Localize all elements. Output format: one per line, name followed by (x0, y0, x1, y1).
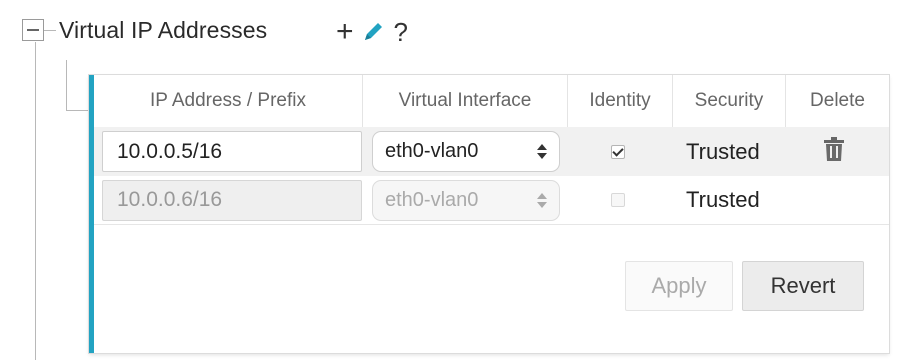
updown-arrows-icon (537, 144, 547, 159)
section-title: Virtual IP Addresses (59, 17, 268, 43)
security-value: Trusted (686, 138, 760, 164)
tree-connector (66, 110, 90, 111)
header-security: Security (672, 75, 785, 127)
virtual-interface-select: eth0-vlan0 (372, 179, 560, 221)
header-delete: Delete (785, 75, 889, 127)
header-identity: Identity (567, 75, 672, 127)
tree-line (35, 42, 36, 360)
updown-arrows-icon (537, 192, 547, 208)
table-row: eth0-vlan0 Trusted (94, 176, 889, 225)
help-icon[interactable]: ? (394, 17, 408, 48)
pencil-icon[interactable] (360, 19, 386, 45)
table-row: eth0-vlan0 Trusted (94, 127, 889, 176)
virtual-ip-panel: IP Address / Prefix Virtual Interface Id… (89, 75, 889, 353)
trash-icon[interactable] (823, 136, 845, 167)
title-actions: + ? (336, 12, 408, 52)
plus-icon[interactable]: + (336, 17, 354, 47)
identity-checkbox (611, 193, 625, 207)
header-virtual-interface: Virtual Interface (362, 75, 567, 127)
virtual-interface-value: eth0-vlan0 (385, 140, 479, 162)
revert-button[interactable]: Revert (742, 261, 864, 311)
virtual-interface-value: eth0-vlan0 (385, 188, 479, 211)
table-header: IP Address / Prefix Virtual Interface Id… (94, 75, 889, 127)
security-value: Trusted (686, 187, 760, 212)
collapse-icon[interactable] (22, 19, 44, 41)
virtual-interface-select[interactable]: eth0-vlan0 (372, 131, 560, 172)
tree-connector (44, 30, 56, 31)
ip-address-input (102, 179, 362, 221)
identity-checkbox[interactable] (611, 144, 625, 159)
ip-address-input[interactable] (102, 131, 362, 172)
header-ip-address: IP Address / Prefix (150, 90, 306, 111)
apply-button[interactable]: Apply (625, 261, 733, 311)
tree-line (66, 60, 67, 110)
